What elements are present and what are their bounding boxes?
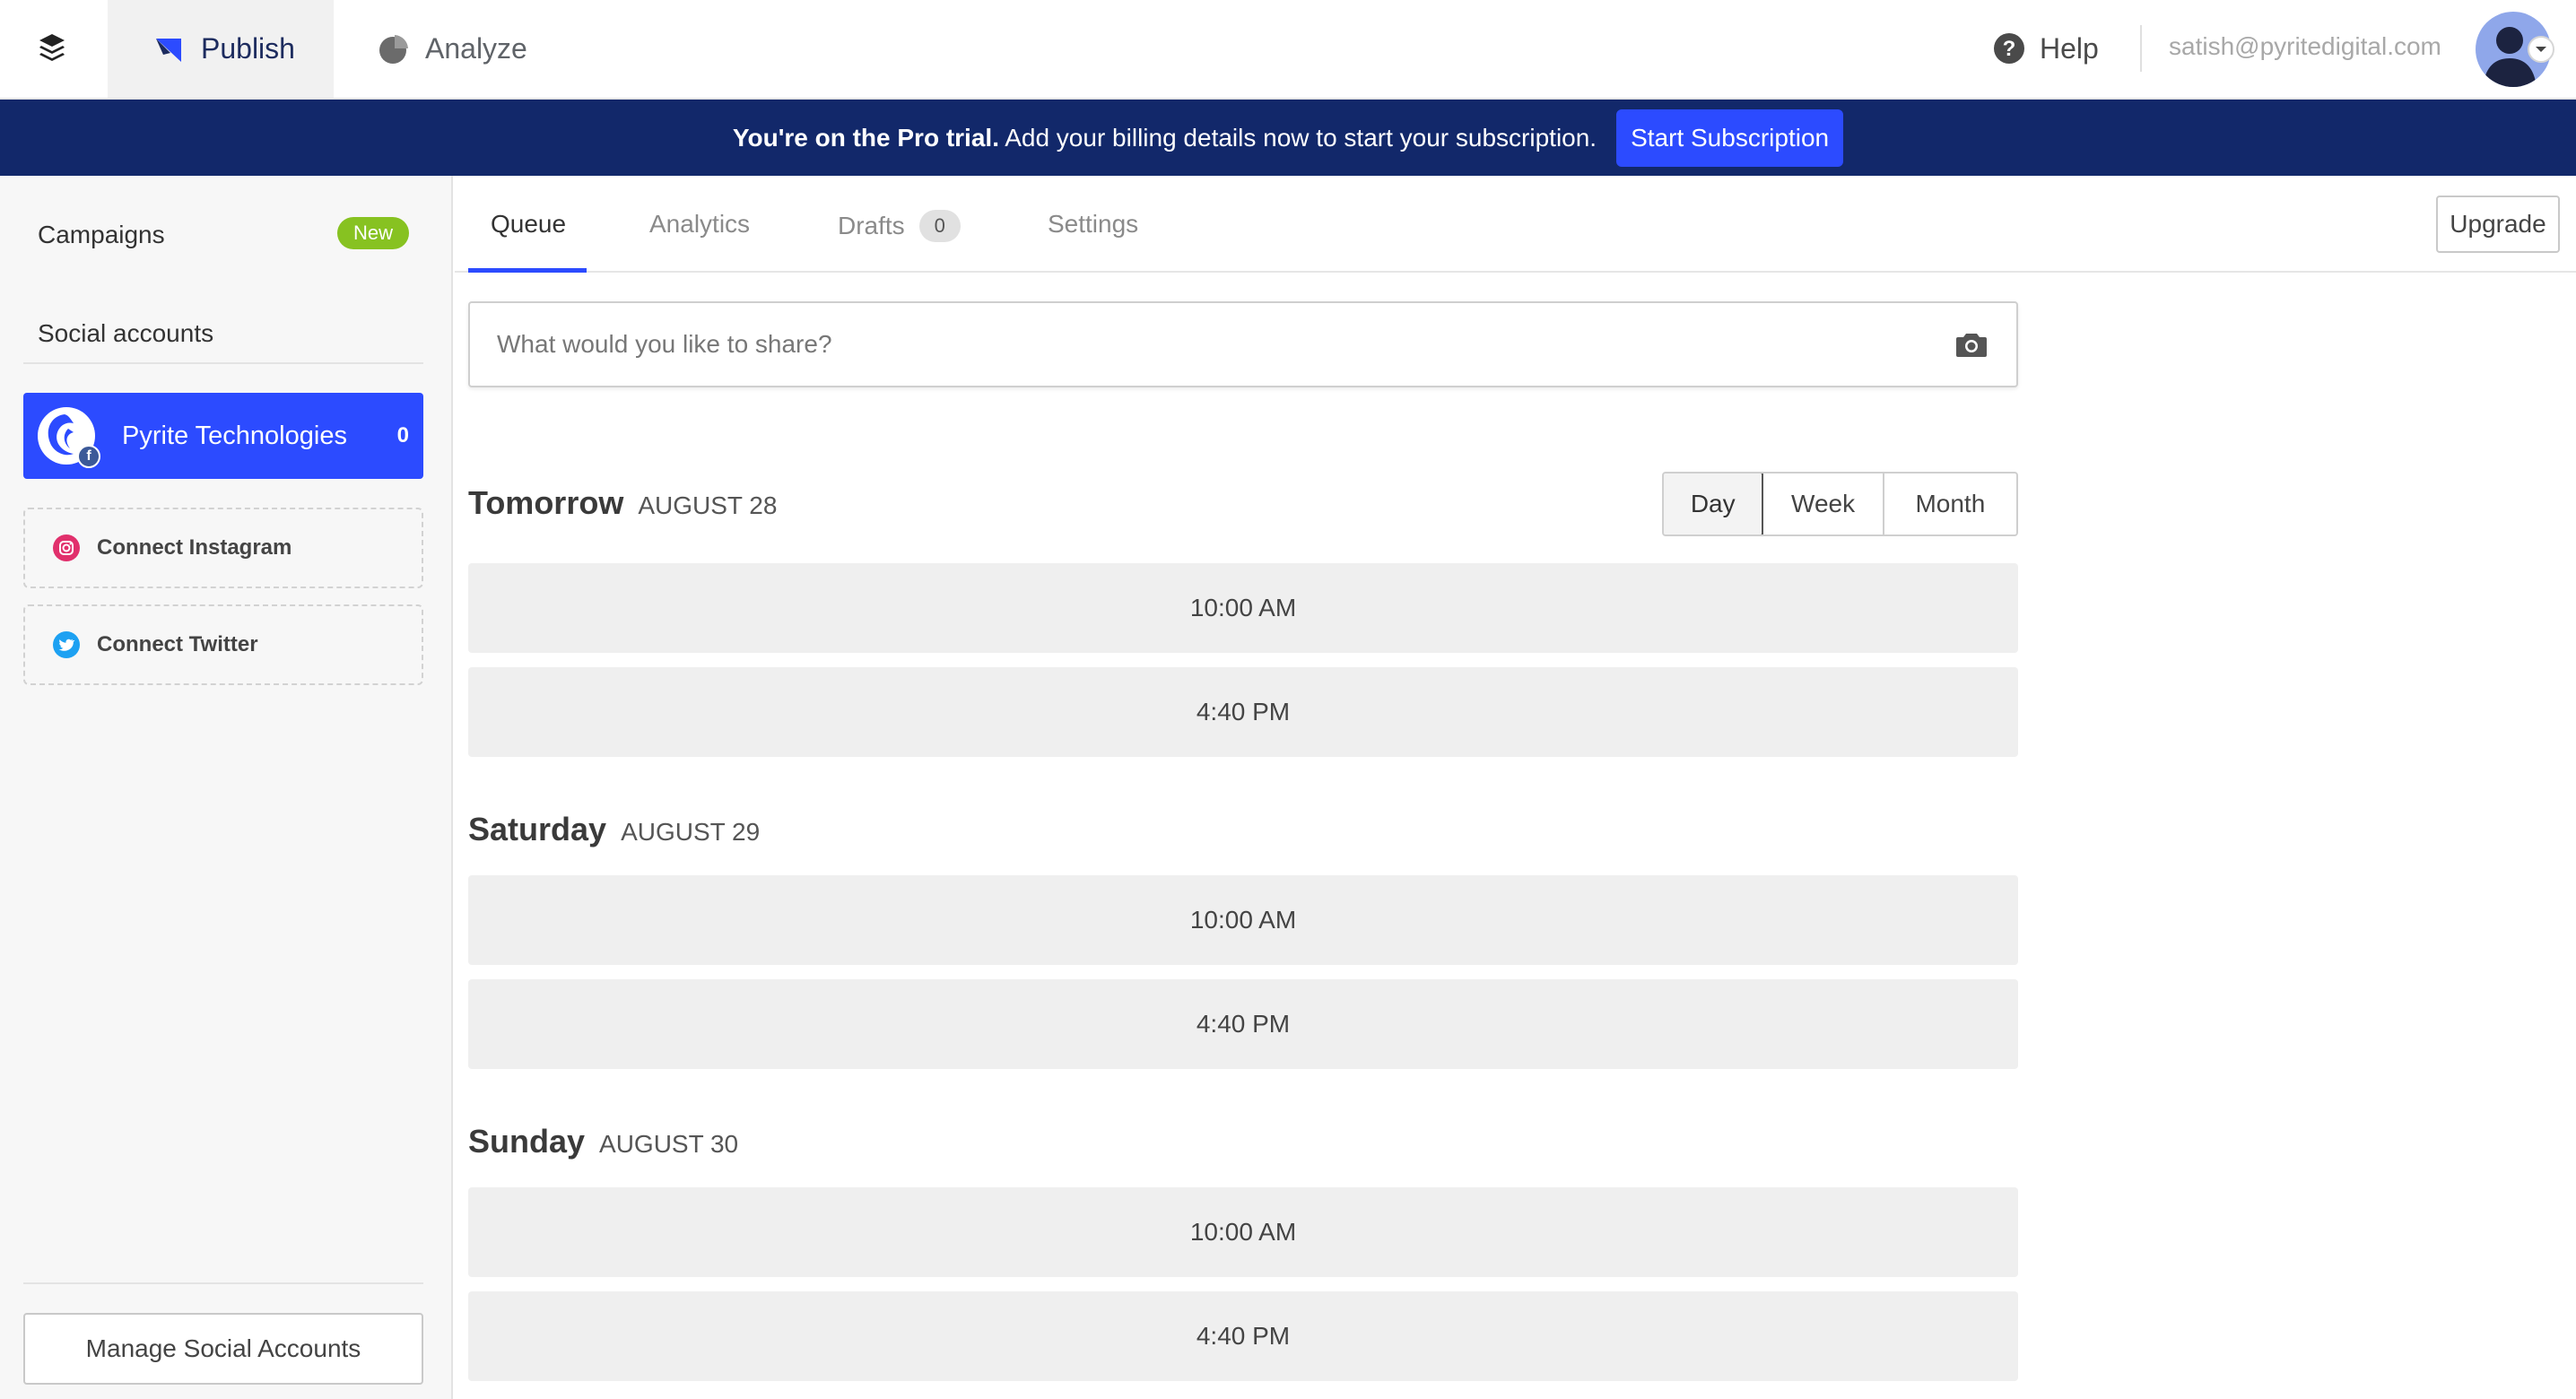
divider <box>23 362 423 364</box>
nav-tab-publish[interactable]: Publish <box>108 0 334 98</box>
social-account-pyrite[interactable]: f Pyrite Technologies 0 <box>23 393 423 479</box>
manage-social-accounts-button[interactable]: Manage Social Accounts <box>23 1313 423 1385</box>
upgrade-button[interactable]: Upgrade <box>2436 196 2560 253</box>
day-date: AUGUST 29 <box>621 818 761 846</box>
twitter-icon <box>52 630 81 659</box>
time-slot[interactable]: 10:00 AM <box>468 1187 2018 1277</box>
tab-drafts[interactable]: Drafts 0 <box>838 210 961 242</box>
trial-banner-body: Add your billing details now to start yo… <box>998 123 1597 152</box>
time-slot[interactable]: 4:40 PM <box>468 1291 2018 1381</box>
pie-chart-icon <box>375 31 411 67</box>
trial-banner-bold: You're on the Pro trial. <box>732 123 999 152</box>
connect-instagram-label: Connect Instagram <box>97 535 292 560</box>
day-header: Tomorrow AUGUST 28 <box>468 484 777 522</box>
user-email: satish@pyritedigital.com <box>2169 32 2441 60</box>
svg-text:?: ? <box>2003 37 2016 61</box>
active-tab-indicator <box>468 268 587 273</box>
account-name: Pyrite Technologies <box>122 421 347 450</box>
view-toggle: Day Week Month <box>1662 472 2018 536</box>
day-name: Sunday <box>468 1123 586 1160</box>
top-navigation: Publish Analyze ? Help satish@pyritedigi… <box>0 0 2576 100</box>
drafts-count-badge: 0 <box>918 210 961 242</box>
tab-queue[interactable]: Queue <box>491 210 566 239</box>
view-week-button[interactable]: Week <box>1763 474 1884 534</box>
tab-analytics[interactable]: Analytics <box>649 210 750 239</box>
help-label: Help <box>2040 31 2099 65</box>
tab-drafts-label: Drafts <box>838 212 905 239</box>
divider <box>23 1282 423 1284</box>
day-name: Saturday <box>468 811 607 847</box>
sidebar-item-campaigns[interactable]: Campaigns <box>38 221 165 249</box>
sidebar: Campaigns New Social accounts f Pyrite T… <box>0 176 453 1399</box>
instagram-icon <box>52 534 81 562</box>
connect-instagram-button[interactable]: Connect Instagram <box>23 508 423 588</box>
tab-settings[interactable]: Settings <box>1048 210 1138 239</box>
publish-arrow-icon <box>151 31 187 67</box>
view-month-button[interactable]: Month <box>1884 474 2016 534</box>
chevron-down-icon[interactable] <box>2528 36 2554 63</box>
day-date: AUGUST 30 <box>599 1130 739 1158</box>
trial-banner: You're on the Pro trial. Add your billin… <box>0 100 2576 176</box>
nav-divider <box>2140 25 2142 72</box>
facebook-icon: f <box>77 445 100 468</box>
connect-twitter-button[interactable]: Connect Twitter <box>23 604 423 685</box>
layers-icon[interactable] <box>30 27 74 70</box>
question-circle-icon: ? <box>1993 32 2025 65</box>
time-slot[interactable]: 10:00 AM <box>468 875 2018 965</box>
new-badge: New <box>337 217 409 249</box>
day-header: Saturday AUGUST 29 <box>468 811 760 848</box>
connect-twitter-label: Connect Twitter <box>97 632 258 656</box>
time-slot[interactable]: 4:40 PM <box>468 979 2018 1069</box>
camera-icon[interactable] <box>1955 330 1988 359</box>
nav-tab-analyze-label: Analyze <box>425 32 527 65</box>
day-header: Sunday AUGUST 30 <box>468 1123 738 1160</box>
account-avatar: f <box>38 407 100 468</box>
share-input[interactable] <box>497 325 1932 364</box>
social-accounts-heading: Social accounts <box>38 319 214 347</box>
day-date: AUGUST 28 <box>638 491 778 519</box>
content-tabs: Queue Analytics Drafts 0 Settings <box>455 176 2576 273</box>
help-link[interactable]: ? Help <box>1993 27 2099 70</box>
time-slot[interactable]: 4:40 PM <box>468 667 2018 757</box>
nav-tab-publish-label: Publish <box>201 32 295 65</box>
account-count: 0 <box>396 423 409 448</box>
trial-banner-text: You're on the Pro trial. Add your billin… <box>733 124 1597 152</box>
time-slot[interactable]: 10:00 AM <box>468 563 2018 653</box>
view-day-button[interactable]: Day <box>1664 474 1764 534</box>
post-composer[interactable] <box>468 301 2018 387</box>
nav-tab-analyze[interactable]: Analyze <box>334 0 549 98</box>
day-name: Tomorrow <box>468 484 624 521</box>
start-subscription-button[interactable]: Start Subscription <box>1616 109 1844 167</box>
